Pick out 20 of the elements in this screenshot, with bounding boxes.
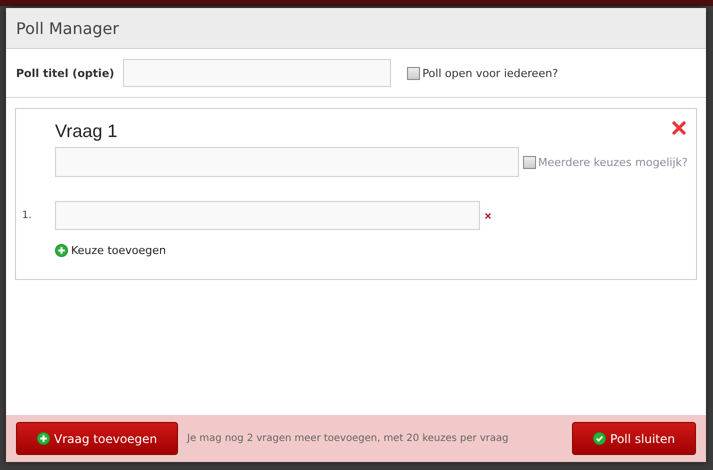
input-field[interactable] [55, 201, 480, 230]
window-title: Poll Manager [16, 18, 119, 38]
checkbox[interactable] [523, 156, 536, 168]
check-icon [593, 432, 606, 445]
remove-icon[interactable] [485, 212, 491, 218]
info-text: Je mag nog 2 vragen meer toevoegen, met 20 keuzes per vraag [187, 433, 510, 444]
close-icon[interactable] [672, 121, 686, 135]
add-question-button[interactable]: Vraag toevoegen [16, 422, 178, 455]
question-heading: Vraag 1 [55, 121, 118, 142]
input-field[interactable] [123, 59, 392, 87]
close-poll-button[interactable]: Poll sluiten [572, 422, 696, 455]
option-number: 1. [22, 210, 33, 221]
field-label: Poll titel (optie) [16, 66, 114, 80]
checkbox[interactable] [407, 66, 420, 80]
checkbox-label: Poll open voor iedereen? [422, 66, 558, 80]
input-field[interactable] [55, 147, 519, 177]
add-option-link[interactable]: Keuze toevoegen [55, 244, 166, 257]
plus-icon [55, 244, 68, 257]
plus-icon [37, 432, 50, 445]
checkbox-label: Meerdere keuzes mogelijk? [538, 156, 688, 168]
